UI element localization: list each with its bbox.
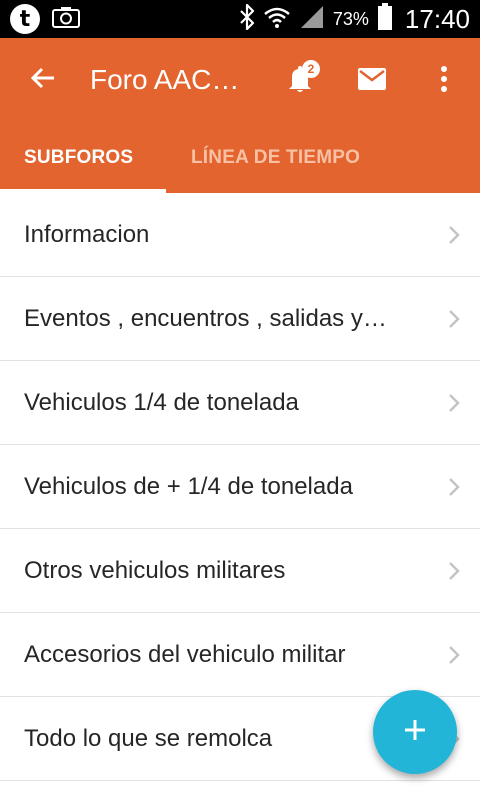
notifications-button[interactable]: 2 (274, 56, 326, 106)
app-bar: Foro AACV… 2 SUBFOROS LÍNEA DE TIEMPO (0, 38, 480, 193)
subforum-item-accesorios[interactable]: Accesorios del vehiculo militar (0, 613, 480, 697)
tab-subforos[interactable]: SUBFOROS (0, 122, 166, 193)
subforum-item-vehiculos-1-4[interactable]: Vehiculos 1/4 de tonelada (0, 361, 480, 445)
tab-label: LÍNEA DE TIEMPO (191, 146, 361, 168)
app-screen: t 73% 17:40 Foro AACV… 2 SUBFOROS LÍNEA … (0, 0, 480, 800)
chevron-right-icon (446, 475, 462, 499)
wifi-icon (263, 5, 291, 34)
mail-icon (358, 67, 386, 95)
more-vertical-icon (440, 65, 448, 97)
subforum-label: Vehiculos 1/4 de tonelada (24, 388, 299, 416)
subforum-item-informacion[interactable]: Informacion (0, 193, 480, 277)
subforum-label: Otros vehiculos militares (24, 556, 286, 584)
notification-badge: 2 (302, 60, 320, 78)
battery-percentage: 73% (332, 8, 369, 29)
more-options-button[interactable] (420, 56, 468, 106)
back-button[interactable] (18, 55, 68, 105)
battery-icon (377, 2, 393, 36)
subforum-label: Informacion (24, 220, 150, 248)
tab-label: SUBFOROS (24, 146, 134, 168)
status-bar: t 73% 17:40 (0, 0, 480, 38)
subforum-label: Eventos , encuentros , salidas y… (24, 304, 387, 332)
clock: 17:40 (404, 3, 470, 34)
chevron-right-icon (446, 307, 462, 331)
back-arrow-icon (30, 66, 56, 95)
subforum-label: Accesorios del vehiculo militar (24, 640, 346, 668)
plus-icon (403, 718, 427, 747)
chevron-right-icon (446, 391, 462, 415)
forum-title: Foro AACV… (90, 64, 258, 95)
toolbar: Foro AACV… 2 (0, 38, 480, 122)
camera-icon (52, 6, 80, 33)
new-topic-fab[interactable] (373, 690, 457, 774)
subforum-item-vehiculos-mas-1-4[interactable]: Vehiculos de + 1/4 de tonelada (0, 445, 480, 529)
subforum-label: Todo lo que se remolca (24, 724, 273, 752)
tumblr-icon: t (10, 4, 40, 34)
chevron-right-icon (446, 643, 462, 667)
bluetooth-icon (239, 3, 255, 35)
subforum-label: Vehiculos de + 1/4 de tonelada (24, 472, 353, 500)
tab-linea-de-tiempo[interactable]: LÍNEA DE TIEMPO (166, 122, 360, 193)
chevron-right-icon (446, 559, 462, 583)
subforum-item-otros-vehiculos[interactable]: Otros vehiculos militares (0, 529, 480, 613)
subforum-item-eventos[interactable]: Eventos , encuentros , salidas y… (0, 277, 480, 361)
messages-button[interactable] (346, 56, 398, 106)
signal-icon (299, 5, 325, 34)
tab-bar: SUBFOROS LÍNEA DE TIEMPO (0, 122, 480, 193)
chevron-right-icon (446, 223, 462, 247)
